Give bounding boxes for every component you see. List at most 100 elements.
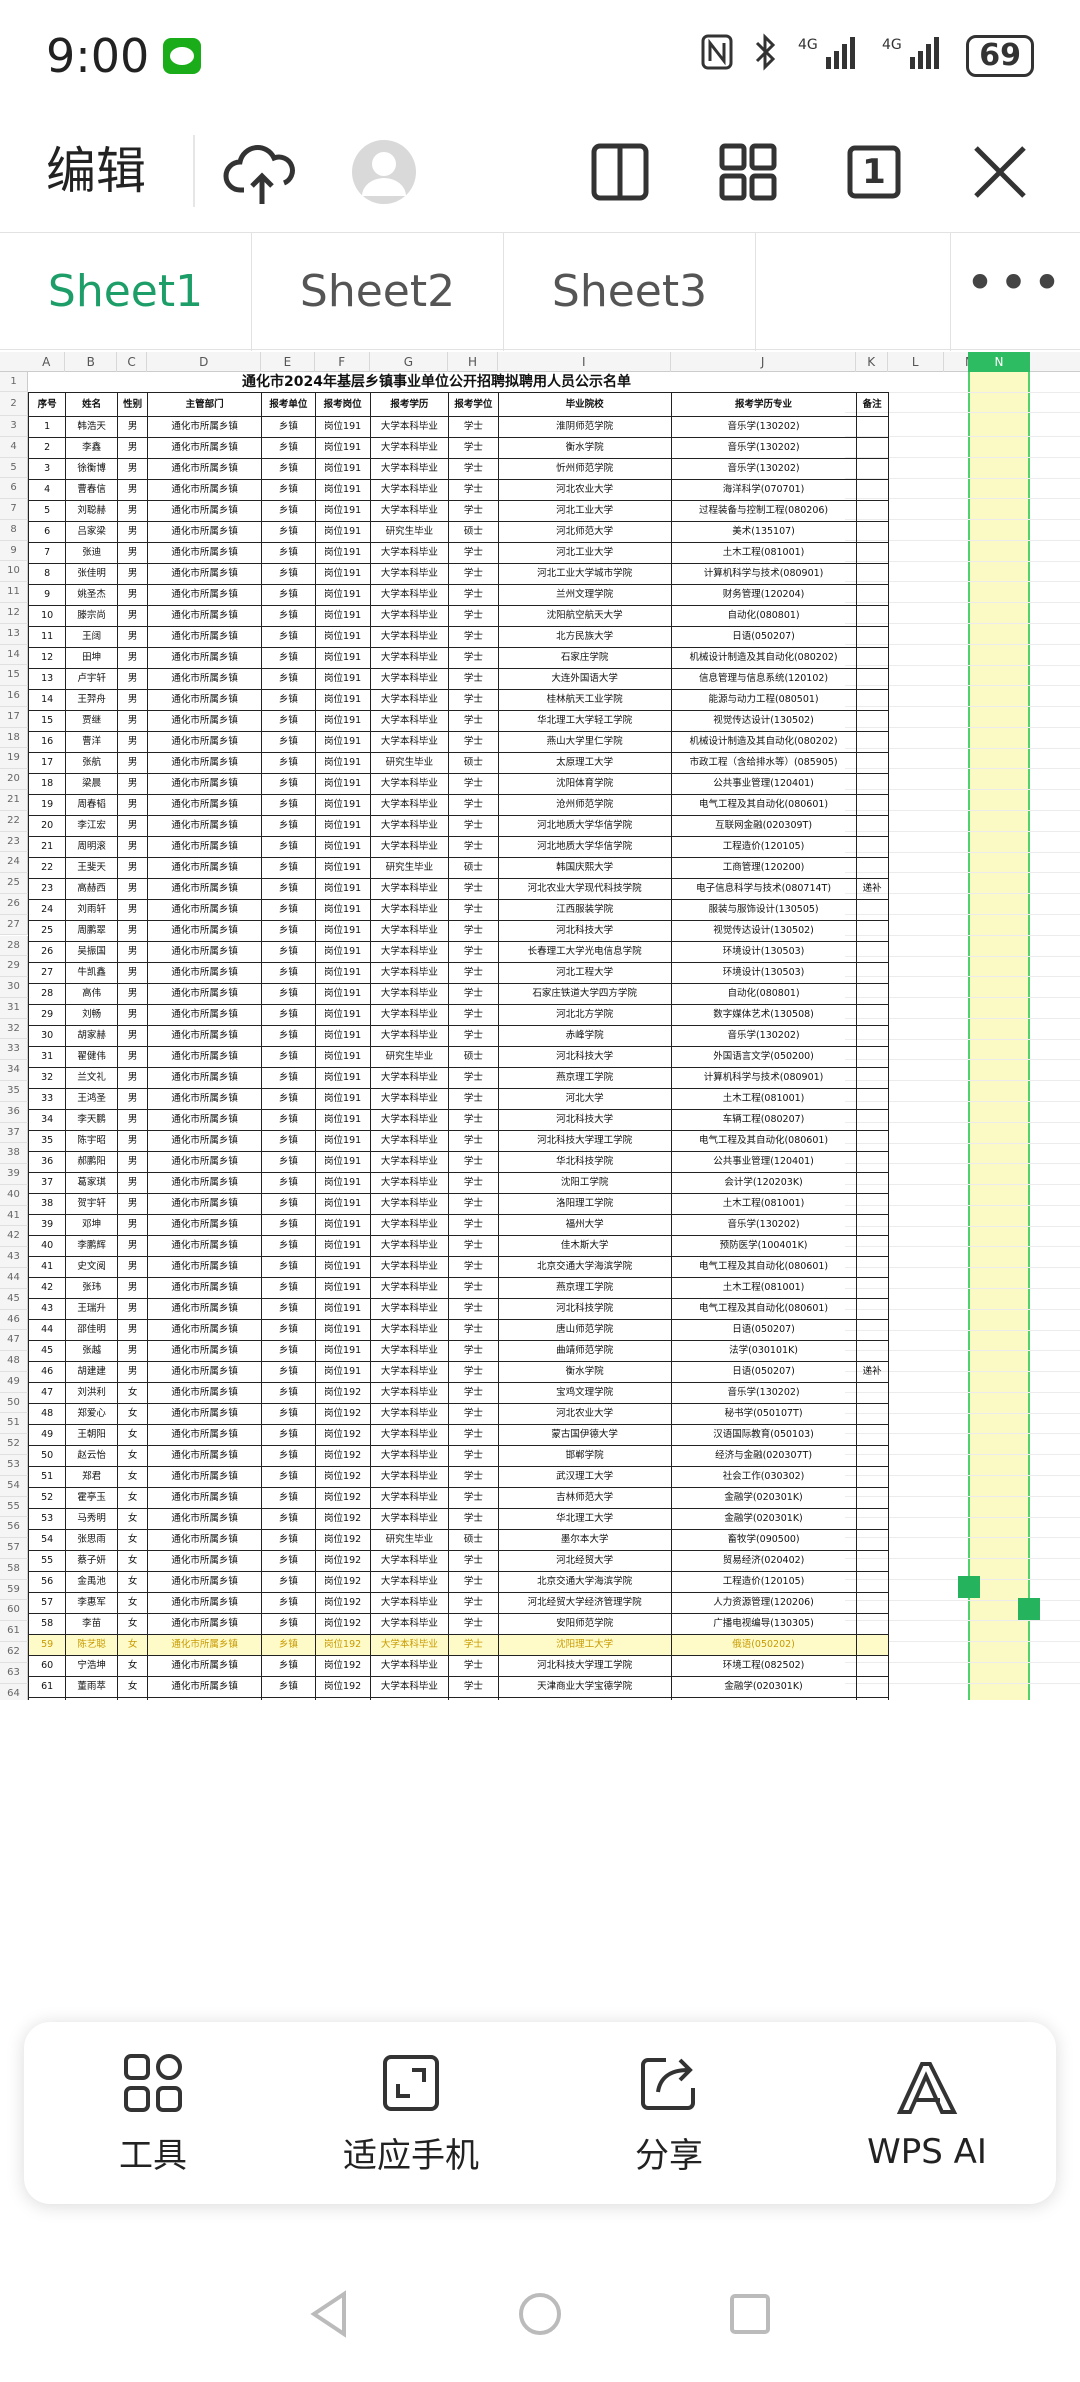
table-cell[interactable]: 岗位191: [314, 1088, 371, 1110]
table-cell[interactable]: 女: [116, 1571, 149, 1593]
table-cell[interactable]: 乡镇: [261, 1403, 316, 1425]
table-cell[interactable]: 乡镇: [261, 773, 316, 795]
table-cell[interactable]: 乡镇: [261, 1613, 316, 1635]
row-header[interactable]: 59: [0, 1579, 28, 1601]
table-cell[interactable]: 研究生毕业: [369, 521, 450, 543]
table-cell[interactable]: 学士: [448, 668, 499, 690]
table-cell[interactable]: 大学本科毕业: [369, 1193, 450, 1215]
table-cell[interactable]: 24: [27, 899, 67, 921]
table-cell[interactable]: 乡镇: [261, 1130, 316, 1152]
table-cell[interactable]: 大学本科毕业: [369, 1214, 450, 1236]
table-cell[interactable]: 岗位191: [314, 920, 371, 942]
table-cell[interactable]: 通化市所属乡镇: [147, 689, 263, 711]
table-cell[interactable]: [855, 458, 889, 480]
table-cell[interactable]: 岗位192: [314, 1508, 371, 1530]
table-cell[interactable]: 财务管理(120204): [670, 584, 857, 606]
table-cell[interactable]: 男: [116, 773, 149, 795]
table-cell[interactable]: 乡镇: [261, 416, 316, 438]
table-cell[interactable]: 学士: [448, 1130, 499, 1152]
table-cell[interactable]: 河北科技大学: [497, 920, 672, 942]
table-cell[interactable]: 学士: [448, 794, 499, 816]
table-cell[interactable]: 通化市所属乡镇: [147, 1592, 263, 1614]
table-cell[interactable]: 25: [27, 920, 67, 942]
table-cell[interactable]: 岗位191: [314, 710, 371, 732]
table-cell[interactable]: 乡镇: [261, 1361, 316, 1383]
column-heading[interactable]: 报考岗位: [314, 392, 371, 417]
row-header[interactable]: 3: [0, 416, 28, 437]
column-heading[interactable]: 姓名: [65, 392, 118, 417]
table-cell[interactable]: 衡水学院: [497, 1361, 672, 1383]
row-header[interactable]: 45: [0, 1288, 28, 1310]
table-cell[interactable]: 38: [27, 1193, 67, 1215]
table-cell[interactable]: 周鹏翠: [65, 920, 118, 942]
table-cell[interactable]: [855, 626, 889, 648]
table-cell[interactable]: 土木工程(081001): [670, 542, 857, 564]
table-cell[interactable]: 乡镇: [261, 857, 316, 879]
table-cell[interactable]: 3: [27, 458, 67, 480]
table-cell[interactable]: 乡镇: [261, 1214, 316, 1236]
table-cell[interactable]: 男: [116, 752, 149, 774]
table-cell[interactable]: 乡镇: [261, 542, 316, 564]
row-header[interactable]: 42: [0, 1226, 28, 1248]
table-cell[interactable]: 音乐学(130202): [670, 416, 857, 438]
table-cell[interactable]: 大学本科毕业: [369, 563, 450, 585]
table-cell[interactable]: 硕士: [448, 521, 499, 543]
table-cell[interactable]: 岗位192: [314, 1487, 371, 1509]
table-cell[interactable]: 大学本科毕业: [369, 710, 450, 732]
table-cell[interactable]: 岗位191: [314, 647, 371, 669]
table-cell[interactable]: 沈阳工学院: [497, 1172, 672, 1194]
table-cell[interactable]: 通化市所属乡镇: [147, 941, 263, 963]
table-cell[interactable]: [855, 689, 889, 711]
table-cell[interactable]: 通化市所属乡镇: [147, 962, 263, 984]
table-cell[interactable]: 岗位191: [314, 521, 371, 543]
column-header-k[interactable]: K: [856, 352, 888, 372]
table-cell[interactable]: 计算机科学与技术(080901): [670, 1067, 857, 1089]
table-cell[interactable]: 通化市所属乡镇: [147, 878, 263, 900]
table-cell[interactable]: 电气工程及其自动化(080601): [670, 794, 857, 816]
row-header[interactable]: 28: [0, 935, 28, 957]
table-cell[interactable]: 通化市所属乡镇: [147, 1403, 263, 1425]
table-cell[interactable]: [855, 1550, 889, 1572]
table-cell[interactable]: 赤峰学院: [497, 1025, 672, 1047]
table-cell[interactable]: 刘雨轩: [65, 899, 118, 921]
table-cell[interactable]: 大学本科毕业: [369, 500, 450, 522]
table-cell[interactable]: 岗位191: [314, 1172, 371, 1194]
table-cell[interactable]: 自动化(080801): [670, 983, 857, 1005]
table-cell[interactable]: 张越: [65, 1340, 118, 1362]
table-cell[interactable]: 沈阳航空航天大学: [497, 605, 672, 627]
table-cell[interactable]: 工程造价(120105): [670, 1571, 857, 1593]
table-cell[interactable]: 桂林航天工业学院: [497, 689, 672, 711]
table-cell[interactable]: 男: [116, 563, 149, 585]
table-cell[interactable]: 李江宏: [65, 815, 118, 837]
table-cell[interactable]: 大学本科毕业: [369, 899, 450, 921]
table-cell[interactable]: 通化市所属乡镇: [147, 437, 263, 459]
table-cell[interactable]: 学士: [448, 773, 499, 795]
row-header[interactable]: 12: [0, 603, 28, 624]
table-cell[interactable]: 陈艺聪: [65, 1634, 118, 1656]
table-cell[interactable]: 乡镇: [261, 1151, 316, 1173]
row-header[interactable]: 30: [0, 977, 28, 998]
table-cell[interactable]: 通化市所属乡镇: [147, 710, 263, 732]
table-cell[interactable]: 岗位191: [314, 1004, 371, 1026]
table-cell[interactable]: 大学本科毕业: [369, 647, 450, 669]
row-header[interactable]: 23: [0, 831, 28, 853]
table-cell[interactable]: 岗位192: [314, 1550, 371, 1572]
tools-button[interactable]: 工具: [43, 2050, 263, 2177]
table-cell[interactable]: 26: [27, 941, 67, 963]
row-header[interactable]: 2: [0, 392, 28, 416]
table-cell[interactable]: 北京交通大学海滨学院: [497, 1256, 672, 1278]
table-cell[interactable]: [855, 416, 889, 438]
row-header[interactable]: 4: [0, 436, 28, 458]
table-cell[interactable]: 岗位191: [314, 458, 371, 480]
table-cell[interactable]: 乡镇: [261, 962, 316, 984]
table-cell[interactable]: 河北工业大学城市学院: [497, 563, 672, 585]
selection-handle-start[interactable]: [958, 1576, 980, 1598]
table-cell[interactable]: 乡镇: [261, 710, 316, 732]
table-cell[interactable]: 通化市所属乡镇: [147, 857, 263, 879]
table-cell[interactable]: 经济与金融(020307T): [670, 1445, 857, 1467]
table-cell[interactable]: 周明滚: [65, 836, 118, 858]
table-cell[interactable]: 王斐天: [65, 857, 118, 879]
table-cell[interactable]: 沈阳理工大学: [497, 1634, 672, 1656]
fit-phone-button[interactable]: 适应手机: [301, 2050, 521, 2177]
table-cell[interactable]: 通化市所属乡镇: [147, 1445, 263, 1467]
